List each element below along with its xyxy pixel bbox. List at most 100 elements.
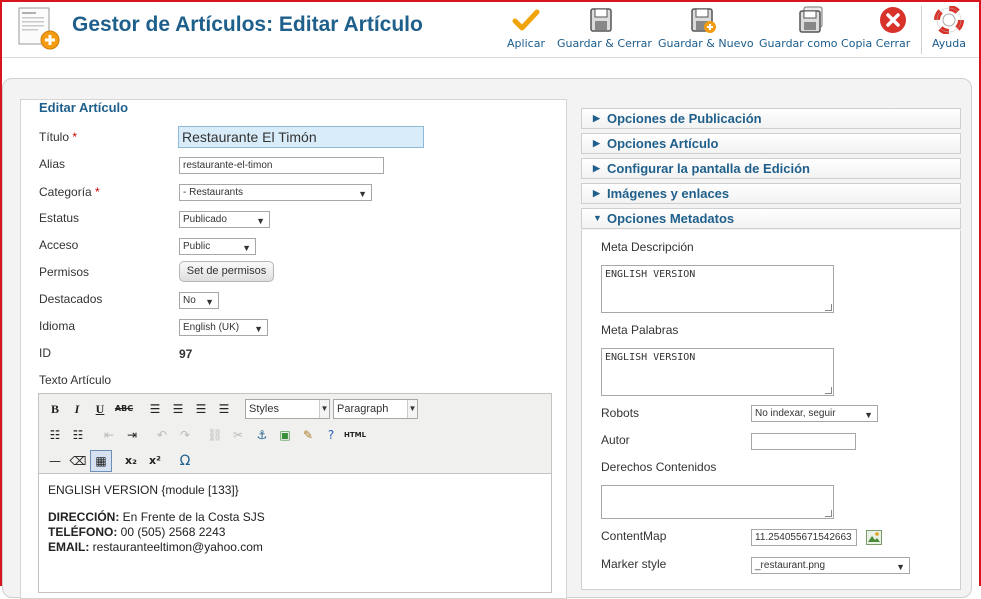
meta-description-textarea[interactable]: ENGLISH VERSION [601, 265, 834, 313]
panel-metadata-options[interactable]: ▼ Opciones Metadatos [581, 208, 961, 229]
save-close-button[interactable]: Guardar & Cerrar [557, 6, 652, 56]
alias-input[interactable]: restaurante-el-timon [179, 157, 384, 174]
access-select[interactable]: Public ▼ [179, 238, 256, 255]
address-label: DIRECCIÓN: [48, 510, 120, 524]
contentmap-input[interactable]: 11.254055671542663 [751, 529, 857, 546]
lifebuoy-icon [934, 6, 964, 34]
category-label: Categoría [39, 185, 92, 199]
triangle-right-icon: ▶ [593, 113, 600, 123]
dropdown-arrow-icon: ▼ [254, 324, 263, 334]
horizontal-rule-icon[interactable]: — [45, 451, 65, 471]
dropdown-arrow-icon: ▼ [205, 297, 214, 307]
id-label: ID [39, 346, 51, 360]
panel-label: Opciones de Publicación [607, 111, 762, 126]
meta-keywords-textarea[interactable]: ENGLISH VERSION [601, 348, 834, 396]
align-justify-icon[interactable]: ☰ [214, 399, 234, 419]
eraser-icon[interactable]: ⌫ [68, 451, 88, 471]
phone-label: TELÉFONO: [48, 525, 118, 539]
rights-label: Derechos Contenidos [601, 460, 717, 474]
featured-select[interactable]: No ▼ [179, 292, 219, 309]
alias-label: Alias [39, 157, 66, 171]
category-select[interactable]: - Restaurants ▼ [179, 184, 372, 201]
save-copy-button[interactable]: Guardar como Copia [759, 6, 872, 56]
resize-grip-icon[interactable] [825, 510, 832, 517]
help-button[interactable]: Ayuda [930, 6, 968, 56]
author-input[interactable] [751, 433, 856, 450]
underline-icon[interactable]: U [90, 399, 110, 419]
meta-description-value: ENGLISH VERSION [605, 269, 696, 280]
apply-button[interactable]: Aplicar [504, 6, 548, 56]
marker-style-label: Marker style [601, 557, 667, 571]
align-center-icon[interactable]: ☰ [168, 399, 188, 419]
save-new-button[interactable]: Guardar & Nuevo [658, 6, 754, 56]
subscript-icon[interactable]: x₂ [121, 451, 141, 471]
superscript-icon[interactable]: x² [145, 451, 165, 471]
resize-grip-icon[interactable] [825, 304, 832, 311]
panel-publishing-options[interactable]: ▶ Opciones de Publicación [581, 108, 961, 129]
indent-icon[interactable]: ⇥ [122, 425, 142, 445]
help-label: Ayuda [932, 37, 966, 50]
status-select[interactable]: Publicado ▼ [179, 211, 270, 228]
bold-icon[interactable]: B [45, 399, 65, 419]
unlink-icon[interactable]: ✂ [228, 425, 248, 445]
help-icon[interactable]: ? [321, 425, 341, 445]
link-icon[interactable]: ⛓ [205, 425, 225, 445]
outdent-icon[interactable]: ⇤ [99, 425, 119, 445]
meta-description-label: Meta Descripción [601, 240, 694, 254]
title-label: Título [39, 130, 70, 144]
article-text-label: Texto Artículo [39, 373, 112, 387]
triangle-right-icon: ▶ [593, 138, 600, 148]
strikethrough-icon[interactable]: ABC [114, 399, 134, 419]
format-value: Paragraph [337, 403, 389, 415]
robots-select[interactable]: No indexar, seguir ▼ [751, 405, 878, 422]
editor-content[interactable]: ENGLISH VERSION {module [133]} DIRECCIÓN… [48, 483, 265, 555]
email-label: EMAIL: [48, 540, 90, 554]
permissions-label: Permisos [39, 265, 90, 279]
bullet-list-icon[interactable]: ☷ [45, 425, 65, 445]
phone-line: TELÉFONO: 00 (505) 2568 2243 [48, 525, 265, 540]
close-icon [880, 7, 906, 33]
align-left-icon[interactable]: ☰ [145, 399, 165, 419]
numbered-list-icon[interactable]: ☷ [68, 425, 88, 445]
visual-aid-icon[interactable]: ▦ [90, 450, 112, 472]
image-icon[interactable]: ▣ [275, 425, 295, 445]
page-title: Gestor de Artículos: Editar Artículo [72, 13, 423, 36]
floppy-disk-icon [590, 8, 612, 32]
dropdown-arrow-icon: ▼ [896, 562, 905, 572]
anchor-icon[interactable]: ⚓ [252, 425, 272, 445]
dropdown-arrow-icon: ▼ [358, 189, 367, 199]
close-label: Cerrar [875, 37, 911, 50]
italic-icon[interactable]: I [67, 399, 87, 419]
editor-toolbar: B I U ABC ☰ ☰ ☰ ☰ Styles ▼ Paragraph ▼ ☷… [39, 394, 551, 474]
cleanup-icon[interactable]: ✎ [298, 425, 318, 445]
map-picker-icon[interactable] [866, 530, 882, 545]
format-select[interactable]: Paragraph ▼ [333, 399, 418, 419]
html-source-icon[interactable]: HTML [344, 425, 366, 445]
panel-edit-screen-config[interactable]: ▶ Configurar la pantalla de Edición [581, 158, 961, 179]
align-right-icon[interactable]: ☰ [191, 399, 211, 419]
triangle-right-icon: ▶ [593, 188, 600, 198]
dropdown-arrow-icon: ▼ [864, 410, 873, 420]
title-input[interactable]: Restaurante El Timón [178, 126, 424, 148]
required-mark: * [72, 130, 78, 144]
robots-value: No indexar, seguir [755, 408, 836, 419]
rights-textarea[interactable] [601, 485, 834, 519]
styles-select[interactable]: Styles ▼ [245, 399, 330, 419]
panel-images-links[interactable]: ▶ Imágenes y enlaces [581, 183, 961, 204]
panel-article-options[interactable]: ▶ Opciones Artículo [581, 133, 961, 154]
triangle-right-icon: ▶ [593, 163, 600, 173]
marker-style-select[interactable]: _restaurant.png ▼ [751, 557, 910, 574]
special-character-icon[interactable]: Ω [175, 451, 195, 471]
meta-keywords-value: ENGLISH VERSION [605, 352, 696, 363]
permissions-button[interactable]: Set de permisos [179, 261, 274, 282]
close-button[interactable]: Cerrar [874, 6, 912, 56]
save-close-label: Guardar & Cerrar [557, 37, 652, 50]
marker-style-value: _restaurant.png [755, 560, 826, 571]
language-select[interactable]: English (UK) ▼ [179, 319, 268, 336]
save-new-label: Guardar & Nuevo [658, 37, 754, 50]
checkmark-icon [512, 9, 540, 31]
undo-icon[interactable]: ↶ [152, 425, 172, 445]
resize-grip-icon[interactable] [825, 387, 832, 394]
redo-icon[interactable]: ↷ [175, 425, 195, 445]
rich-text-editor[interactable]: B I U ABC ☰ ☰ ☰ ☰ Styles ▼ Paragraph ▼ ☷… [38, 393, 552, 593]
